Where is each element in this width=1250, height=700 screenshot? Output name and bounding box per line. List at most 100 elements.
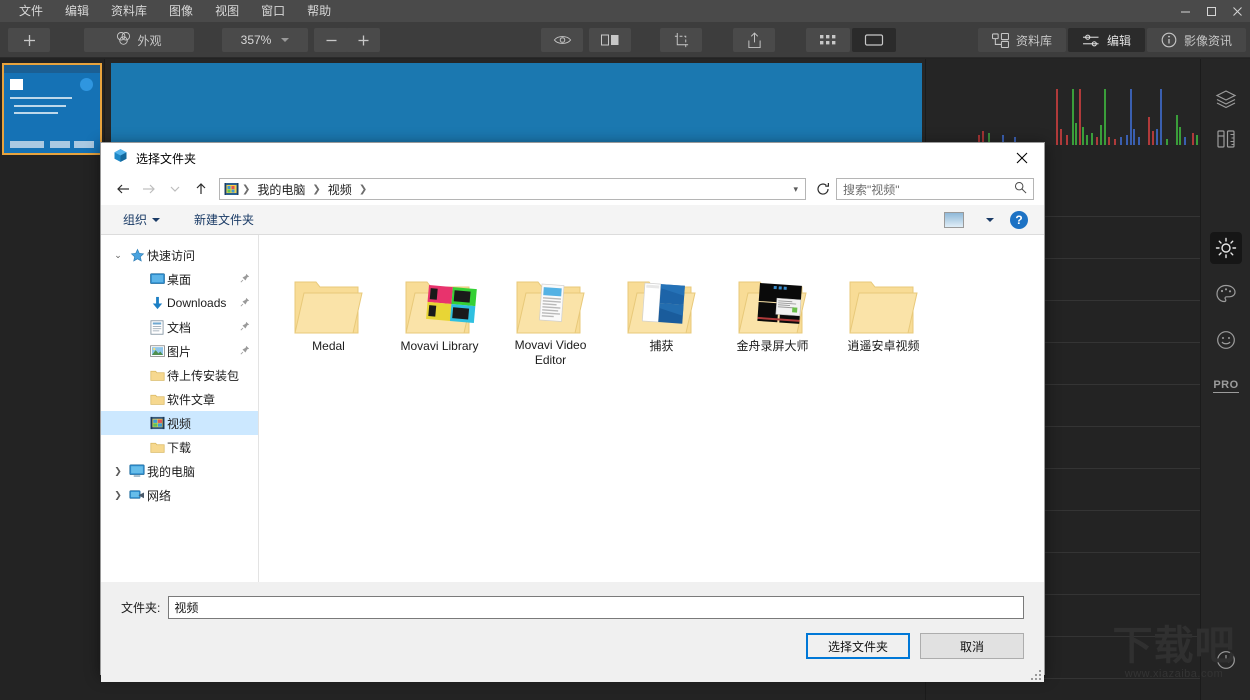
tree-item-6[interactable]: 软件文章 xyxy=(101,387,258,411)
thumbnail-item[interactable] xyxy=(2,63,102,155)
file-item[interactable]: 逍遥安卓视频 xyxy=(828,253,939,369)
tree-item-8[interactable]: 下载 xyxy=(101,435,258,459)
tree-item-10[interactable]: ❯ 网络 xyxy=(101,483,258,507)
dialog-body: ⌄ 快速访问 桌面 Downloads 文档 图片 待上传安装包 软件文章 视频 下载 ❯ 我的电脑 ❯… xyxy=(101,235,1044,582)
tree-item-0[interactable]: ⌄ 快速访问 xyxy=(101,243,258,267)
address-bar[interactable]: ❯ 我的电脑 ❯ 视频 ❯ ▾ xyxy=(219,178,806,200)
minimize-button[interactable] xyxy=(1172,0,1198,22)
view-mode-dropdown[interactable] xyxy=(984,215,996,225)
file-list-area[interactable]: Medal Movavi Library Movavi Video Editor 捕获… xyxy=(259,235,1044,582)
pro-button[interactable]: PRO xyxy=(1210,370,1242,402)
search-input[interactable]: 搜索"视频" xyxy=(836,178,1034,200)
menu-item-2[interactable]: 资料库 xyxy=(100,1,158,21)
tree-item-5[interactable]: 待上传安装包 xyxy=(101,363,258,387)
brightness-icon xyxy=(1215,237,1237,259)
dialog-close-button[interactable] xyxy=(999,143,1044,173)
new-folder-button[interactable]: 新建文件夹 xyxy=(188,208,260,231)
up-button[interactable] xyxy=(189,177,213,201)
maximize-button[interactable] xyxy=(1198,0,1224,22)
compare-button[interactable] xyxy=(589,28,631,52)
folder-name-input[interactable]: 视频 xyxy=(168,596,1024,619)
histogram-bar xyxy=(1179,127,1181,145)
file-item-label: Movavi Video Editor xyxy=(514,338,587,367)
recent-locations-button[interactable] xyxy=(163,177,187,201)
menu-item-6[interactable]: 帮助 xyxy=(296,1,342,21)
library-icon xyxy=(991,32,1009,48)
canvas-image xyxy=(111,63,922,146)
histogram-bar xyxy=(1114,139,1116,145)
single-view-icon xyxy=(864,34,884,46)
chevron-down-icon[interactable]: ⌄ xyxy=(109,250,127,261)
module-tab-1[interactable]: 编辑 xyxy=(1067,28,1145,52)
file-item[interactable]: 金舟录屏大师 xyxy=(717,253,828,369)
tree-item-label: 快速访问 xyxy=(147,248,196,263)
zoom-level-select[interactable]: 357% xyxy=(222,28,308,52)
ruler-button[interactable] xyxy=(1210,123,1242,155)
tree-item-9[interactable]: ❯ 我的电脑 xyxy=(101,459,258,483)
file-item[interactable]: 捕获 xyxy=(606,253,717,369)
history-button[interactable] xyxy=(1210,644,1242,676)
zoom-in-button[interactable] xyxy=(346,28,380,52)
histogram-bar xyxy=(1079,89,1081,145)
resize-grip[interactable] xyxy=(1029,668,1041,680)
tree-item-label: 下载 xyxy=(167,440,192,455)
single-view-button[interactable] xyxy=(852,28,896,52)
smiley-icon xyxy=(1217,331,1235,349)
tree-item-7[interactable]: 视频 xyxy=(101,411,258,435)
tree-item-label: 网络 xyxy=(147,488,172,503)
tree-item-4[interactable]: 图片 xyxy=(101,339,258,363)
add-button[interactable] xyxy=(8,28,50,52)
cancel-button[interactable]: 取消 xyxy=(920,633,1024,659)
close-button[interactable] xyxy=(1224,0,1250,22)
menu-item-4[interactable]: 视图 xyxy=(204,1,250,21)
select-folder-button[interactable]: 选择文件夹 xyxy=(806,633,910,659)
pin-icon[interactable] xyxy=(240,297,250,309)
zoom-out-button[interactable] xyxy=(314,28,348,52)
help-button[interactable]: ? xyxy=(1010,210,1028,229)
histogram-bar xyxy=(1148,117,1150,145)
file-item[interactable]: Movavi Library xyxy=(384,253,495,369)
grid-view-button[interactable] xyxy=(806,28,850,52)
crop-icon xyxy=(674,32,688,48)
share-button[interactable] xyxy=(733,28,775,52)
refresh-button[interactable] xyxy=(812,178,834,200)
eye-icon xyxy=(553,36,571,44)
tree-item-3[interactable]: 文档 xyxy=(101,315,258,339)
tree-item-label: 图片 xyxy=(167,344,192,359)
file-item[interactable]: Movavi Video Editor xyxy=(495,253,606,369)
forward-button[interactable] xyxy=(137,177,161,201)
module-tab-0[interactable]: 资料库 xyxy=(977,28,1066,52)
menu-item-3[interactable]: 图像 xyxy=(158,1,204,21)
palette-button[interactable] xyxy=(1210,278,1242,310)
back-button[interactable] xyxy=(111,177,135,201)
new-folder-label: 新建文件夹 xyxy=(194,213,255,227)
organize-button[interactable]: 组织 xyxy=(117,208,166,231)
menu-item-0[interactable]: 文件 xyxy=(8,1,54,21)
menu-item-5[interactable]: 窗口 xyxy=(250,1,296,21)
module-tab-2[interactable]: 影像资讯 xyxy=(1146,28,1246,52)
view-mode-button[interactable] xyxy=(938,209,970,231)
address-dropdown-icon[interactable]: ▾ xyxy=(793,184,801,195)
tree-item-2[interactable]: Downloads xyxy=(101,291,258,315)
tree-item-1[interactable]: 桌面 xyxy=(101,267,258,291)
smiley-button[interactable] xyxy=(1210,324,1242,356)
pin-icon[interactable] xyxy=(240,345,250,357)
layers-button[interactable] xyxy=(1210,83,1242,115)
tree-item-label: 桌面 xyxy=(167,272,192,287)
dialog-titlebar: 选择文件夹 xyxy=(101,143,1044,173)
chevron-right-icon[interactable]: ❯ xyxy=(109,490,127,501)
appearance-button[interactable]: 外观 xyxy=(84,28,194,52)
chevron-right-icon[interactable]: ❯ xyxy=(109,466,127,477)
breadcrumb-item-1[interactable]: 视频 xyxy=(324,180,356,199)
crop-button[interactable] xyxy=(660,28,702,52)
desktop-icon xyxy=(147,272,167,286)
file-item[interactable]: Medal xyxy=(273,253,384,369)
breadcrumb-item-0[interactable]: 我的电脑 xyxy=(253,180,309,199)
pin-icon[interactable] xyxy=(240,273,250,285)
menu-item-1[interactable]: 编辑 xyxy=(54,1,100,21)
brightness-button[interactable] xyxy=(1210,232,1242,264)
refresh-icon xyxy=(817,183,829,195)
preview-toggle-button[interactable] xyxy=(541,28,583,52)
module-tab-label: 资料库 xyxy=(1015,33,1052,48)
pin-icon[interactable] xyxy=(240,321,250,333)
